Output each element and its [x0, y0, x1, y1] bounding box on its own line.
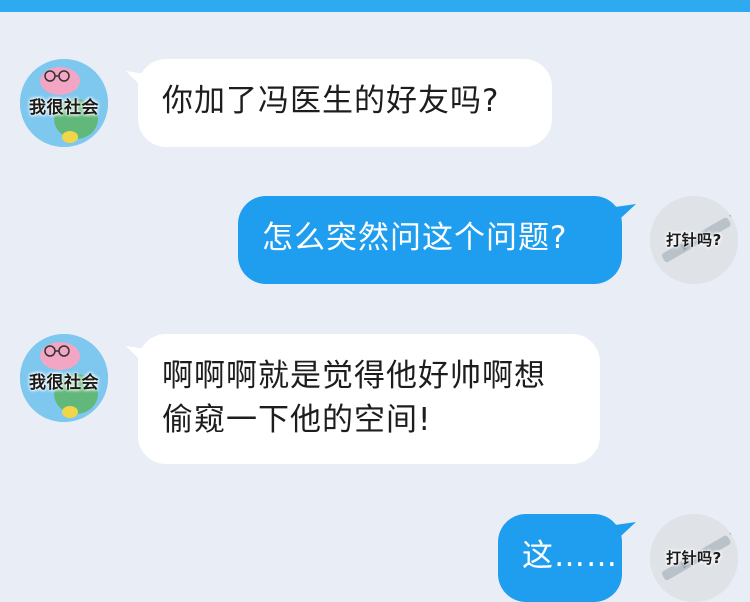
my-avatar-label: 打针吗? [666, 231, 722, 249]
message-text: 这…… [522, 538, 618, 574]
message-row: 这…… 打针吗? [0, 510, 750, 602]
chat-bubble-incoming[interactable]: 啊啊啊就是觉得他好帅啊想 偷窥一下他的空间! [138, 334, 600, 464]
message-text-line: 偷窥一下他的空间! [162, 402, 432, 438]
message-row: 我很社会 你加了冯医生的好友吗? [0, 55, 750, 155]
message-row: 怎么突然问这个问题? 打针吗? [0, 190, 750, 290]
message-text: 怎么突然问这个问题? [262, 220, 568, 256]
friend-avatar[interactable]: 我很社会 [20, 59, 108, 147]
chat-bubble-incoming[interactable]: 你加了冯医生的好友吗? [138, 59, 552, 147]
chat-bubble-outgoing[interactable]: 怎么突然问这个问题? [238, 196, 622, 284]
my-avatar[interactable]: 打针吗? [650, 514, 738, 602]
bubble-tail [608, 204, 636, 230]
message-text: 你加了冯医生的好友吗? [162, 83, 500, 119]
chat-bubble-outgoing[interactable]: 这…… [498, 514, 622, 602]
friend-avatar[interactable]: 我很社会 [20, 334, 108, 422]
friend-avatar-label: 我很社会 [29, 98, 99, 118]
bubble-tail [608, 522, 636, 548]
friend-avatar-label: 我很社会 [29, 373, 99, 393]
my-avatar[interactable]: 打针吗? [650, 196, 738, 284]
my-avatar-label: 打针吗? [666, 549, 722, 567]
message-text-line: 啊啊啊就是觉得他好帅啊想 [162, 358, 546, 394]
top-bar [0, 0, 750, 12]
message-row: 我很社会 啊啊啊就是觉得他好帅啊想 偷窥一下他的空间! [0, 330, 750, 470]
